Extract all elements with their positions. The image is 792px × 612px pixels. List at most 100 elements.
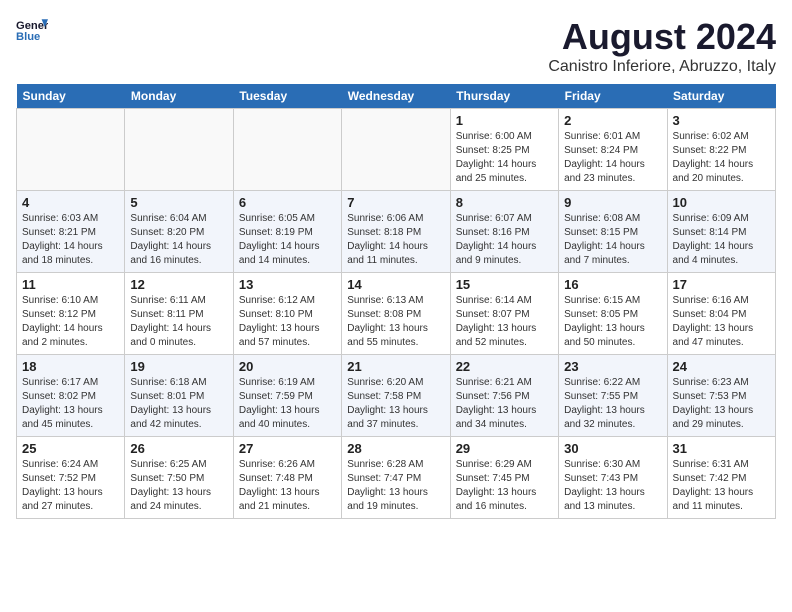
day-number: 6 [239, 195, 336, 210]
weekday-header-saturday: Saturday [667, 84, 775, 109]
weekday-header-tuesday: Tuesday [233, 84, 341, 109]
calendar-cell [233, 109, 341, 191]
subtitle: Canistro Inferiore, Abruzzo, Italy [548, 58, 776, 76]
day-info: Sunrise: 6:20 AM Sunset: 7:58 PM Dayligh… [347, 376, 444, 432]
calendar-cell: 21 Sunrise: 6:20 AM Sunset: 7:58 PM Dayli… [342, 355, 450, 437]
day-info: Sunrise: 6:11 AM Sunset: 8:11 PM Dayligh… [130, 294, 227, 350]
calendar-cell: 12 Sunrise: 6:11 AM Sunset: 8:11 PM Dayli… [125, 273, 233, 355]
day-number: 20 [239, 359, 336, 374]
day-info: Sunrise: 6:04 AM Sunset: 8:20 PM Dayligh… [130, 212, 227, 268]
day-number: 1 [456, 113, 553, 128]
day-info: Sunrise: 6:29 AM Sunset: 7:45 PM Dayligh… [456, 458, 553, 514]
day-info: Sunrise: 6:25 AM Sunset: 7:50 PM Dayligh… [130, 458, 227, 514]
day-info: Sunrise: 6:07 AM Sunset: 8:16 PM Dayligh… [456, 212, 553, 268]
calendar-cell: 26 Sunrise: 6:25 AM Sunset: 7:50 PM Dayli… [125, 437, 233, 519]
calendar-week-row: 18 Sunrise: 6:17 AM Sunset: 8:02 PM Dayli… [17, 355, 776, 437]
day-number: 18 [22, 359, 119, 374]
calendar-cell: 3Sunrise: 6:02 AM Sunset: 8:22 PM Daylig… [667, 109, 775, 191]
weekday-header-monday: Monday [125, 84, 233, 109]
day-number: 28 [347, 441, 444, 456]
calendar-cell: 22 Sunrise: 6:21 AM Sunset: 7:56 PM Dayli… [450, 355, 558, 437]
day-number: 5 [130, 195, 227, 210]
day-number: 19 [130, 359, 227, 374]
calendar-cell: 13Sunrise: 6:12 AM Sunset: 8:10 PM Dayli… [233, 273, 341, 355]
calendar-week-row: 1Sunrise: 6:00 AM Sunset: 8:25 PM Daylig… [17, 109, 776, 191]
calendar-cell: 30 Sunrise: 6:30 AM Sunset: 7:43 PM Dayli… [559, 437, 667, 519]
header: General Blue August 2024 Canistro Inferi… [16, 16, 776, 76]
calendar-cell: 24Sunrise: 6:23 AM Sunset: 7:53 PM Dayli… [667, 355, 775, 437]
svg-text:Blue: Blue [16, 31, 40, 43]
calendar-cell: 2 Sunrise: 6:01 AM Sunset: 8:24 PM Daylig… [559, 109, 667, 191]
day-number: 4 [22, 195, 119, 210]
calendar-cell: 11Sunrise: 6:10 AM Sunset: 8:12 PM Dayli… [17, 273, 125, 355]
weekday-header-sunday: Sunday [17, 84, 125, 109]
calendar-cell: 9Sunrise: 6:08 AM Sunset: 8:15 PM Daylig… [559, 191, 667, 273]
day-number: 10 [673, 195, 770, 210]
day-info: Sunrise: 6:18 AM Sunset: 8:01 PM Dayligh… [130, 376, 227, 432]
day-info: Sunrise: 6:08 AM Sunset: 8:15 PM Dayligh… [564, 212, 661, 268]
calendar-cell: 25Sunrise: 6:24 AM Sunset: 7:52 PM Dayli… [17, 437, 125, 519]
calendar-cell: 10Sunrise: 6:09 AM Sunset: 8:14 PM Dayli… [667, 191, 775, 273]
title-area: August 2024 Canistro Inferiore, Abruzzo,… [548, 16, 776, 76]
calendar-cell: 4 Sunrise: 6:03 AM Sunset: 8:21 PM Daylig… [17, 191, 125, 273]
calendar-cell: 29 Sunrise: 6:29 AM Sunset: 7:45 PM Dayli… [450, 437, 558, 519]
calendar-cell [17, 109, 125, 191]
day-info: Sunrise: 6:21 AM Sunset: 7:56 PM Dayligh… [456, 376, 553, 432]
calendar-cell: 23Sunrise: 6:22 AM Sunset: 7:55 PM Dayli… [559, 355, 667, 437]
calendar-table: SundayMondayTuesdayWednesdayThursdayFrid… [16, 84, 776, 519]
weekday-header-row: SundayMondayTuesdayWednesdayThursdayFrid… [17, 84, 776, 109]
day-info: Sunrise: 6:26 AM Sunset: 7:48 PM Dayligh… [239, 458, 336, 514]
day-info: Sunrise: 6:06 AM Sunset: 8:18 PM Dayligh… [347, 212, 444, 268]
calendar-cell: 27 Sunrise: 6:26 AM Sunset: 7:48 PM Dayli… [233, 437, 341, 519]
calendar-cell: 5 Sunrise: 6:04 AM Sunset: 8:20 PM Daylig… [125, 191, 233, 273]
day-info: Sunrise: 6:02 AM Sunset: 8:22 PM Dayligh… [673, 130, 770, 186]
calendar-week-row: 11Sunrise: 6:10 AM Sunset: 8:12 PM Dayli… [17, 273, 776, 355]
day-number: 21 [347, 359, 444, 374]
day-info: Sunrise: 6:15 AM Sunset: 8:05 PM Dayligh… [564, 294, 661, 350]
day-number: 30 [564, 441, 661, 456]
calendar-cell: 19 Sunrise: 6:18 AM Sunset: 8:01 PM Dayli… [125, 355, 233, 437]
day-number: 22 [456, 359, 553, 374]
logo-icon: General Blue [16, 16, 48, 44]
day-info: Sunrise: 6:10 AM Sunset: 8:12 PM Dayligh… [22, 294, 119, 350]
day-info: Sunrise: 6:03 AM Sunset: 8:21 PM Dayligh… [22, 212, 119, 268]
day-info: Sunrise: 6:01 AM Sunset: 8:24 PM Dayligh… [564, 130, 661, 186]
day-info: Sunrise: 6:31 AM Sunset: 7:42 PM Dayligh… [673, 458, 770, 514]
calendar-cell: 18 Sunrise: 6:17 AM Sunset: 8:02 PM Dayli… [17, 355, 125, 437]
day-number: 7 [347, 195, 444, 210]
calendar-cell: 28 Sunrise: 6:28 AM Sunset: 7:47 PM Dayli… [342, 437, 450, 519]
calendar-week-row: 25Sunrise: 6:24 AM Sunset: 7:52 PM Dayli… [17, 437, 776, 519]
day-number: 29 [456, 441, 553, 456]
weekday-header-friday: Friday [559, 84, 667, 109]
day-number: 13 [239, 277, 336, 292]
day-number: 26 [130, 441, 227, 456]
day-info: Sunrise: 6:28 AM Sunset: 7:47 PM Dayligh… [347, 458, 444, 514]
day-number: 2 [564, 113, 661, 128]
main-title: August 2024 [548, 16, 776, 58]
calendar-cell: 8 Sunrise: 6:07 AM Sunset: 8:16 PM Daylig… [450, 191, 558, 273]
day-info: Sunrise: 6:05 AM Sunset: 8:19 PM Dayligh… [239, 212, 336, 268]
day-number: 31 [673, 441, 770, 456]
day-number: 16 [564, 277, 661, 292]
calendar-cell: 17Sunrise: 6:16 AM Sunset: 8:04 PM Dayli… [667, 273, 775, 355]
day-info: Sunrise: 6:14 AM Sunset: 8:07 PM Dayligh… [456, 294, 553, 350]
calendar-cell: 16 Sunrise: 6:15 AM Sunset: 8:05 PM Dayli… [559, 273, 667, 355]
weekday-header-wednesday: Wednesday [342, 84, 450, 109]
day-info: Sunrise: 6:19 AM Sunset: 7:59 PM Dayligh… [239, 376, 336, 432]
day-number: 17 [673, 277, 770, 292]
day-number: 23 [564, 359, 661, 374]
calendar-cell: 15Sunrise: 6:14 AM Sunset: 8:07 PM Dayli… [450, 273, 558, 355]
day-number: 12 [130, 277, 227, 292]
day-number: 27 [239, 441, 336, 456]
weekday-header-thursday: Thursday [450, 84, 558, 109]
calendar-cell: 14Sunrise: 6:13 AM Sunset: 8:08 PM Dayli… [342, 273, 450, 355]
calendar-cell: 31 Sunrise: 6:31 AM Sunset: 7:42 PM Dayli… [667, 437, 775, 519]
day-info: Sunrise: 6:13 AM Sunset: 8:08 PM Dayligh… [347, 294, 444, 350]
calendar-cell: 7 Sunrise: 6:06 AM Sunset: 8:18 PM Daylig… [342, 191, 450, 273]
day-number: 8 [456, 195, 553, 210]
day-info: Sunrise: 6:17 AM Sunset: 8:02 PM Dayligh… [22, 376, 119, 432]
day-info: Sunrise: 6:30 AM Sunset: 7:43 PM Dayligh… [564, 458, 661, 514]
calendar-cell [125, 109, 233, 191]
day-number: 24 [673, 359, 770, 374]
calendar-cell: 20 Sunrise: 6:19 AM Sunset: 7:59 PM Dayli… [233, 355, 341, 437]
